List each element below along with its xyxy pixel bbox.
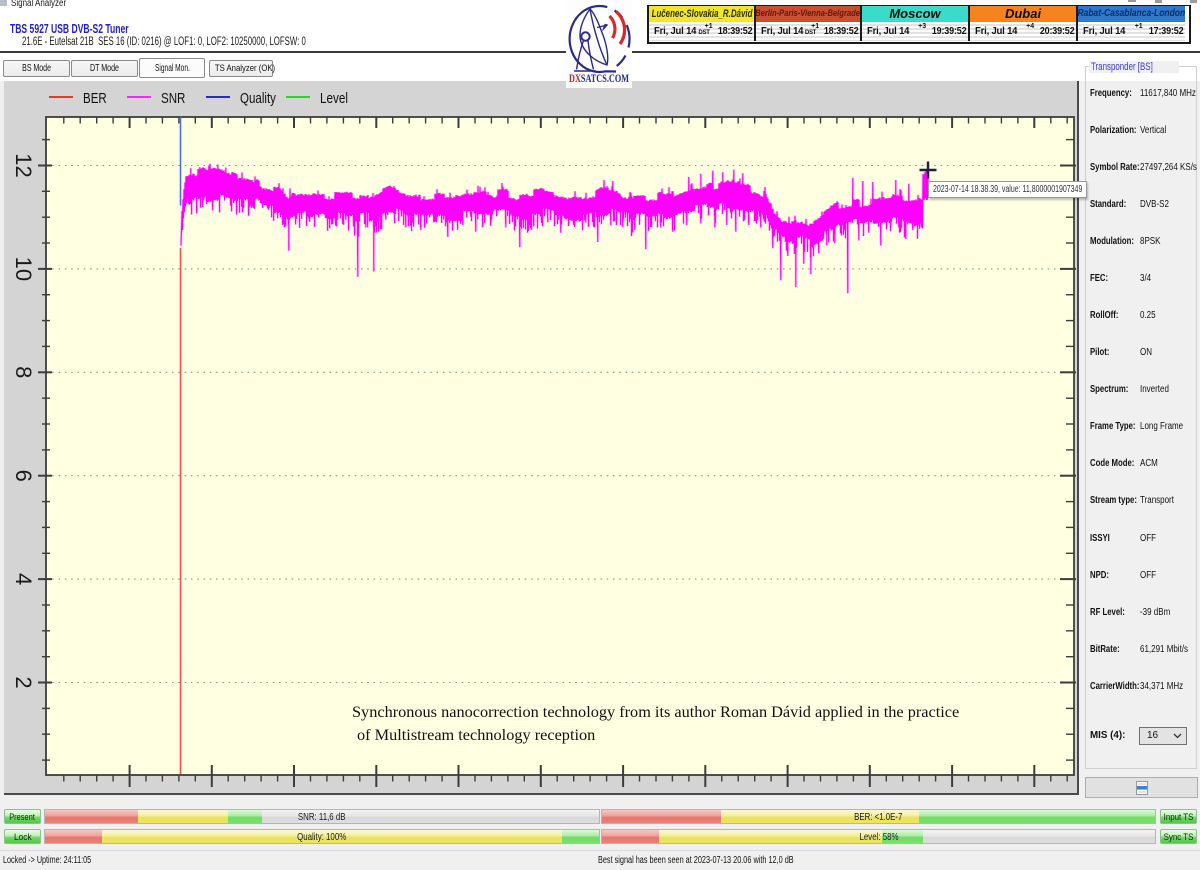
svg-text:12: 12: [11, 153, 36, 177]
svg-text:DXSATCS.COM: DXSATCS.COM: [569, 73, 629, 85]
svg-text:2: 2: [11, 676, 36, 688]
svg-text:4: 4: [11, 573, 36, 585]
svg-text:8: 8: [11, 366, 36, 378]
svg-text:6: 6: [11, 470, 36, 482]
svg-text:10: 10: [11, 257, 36, 281]
